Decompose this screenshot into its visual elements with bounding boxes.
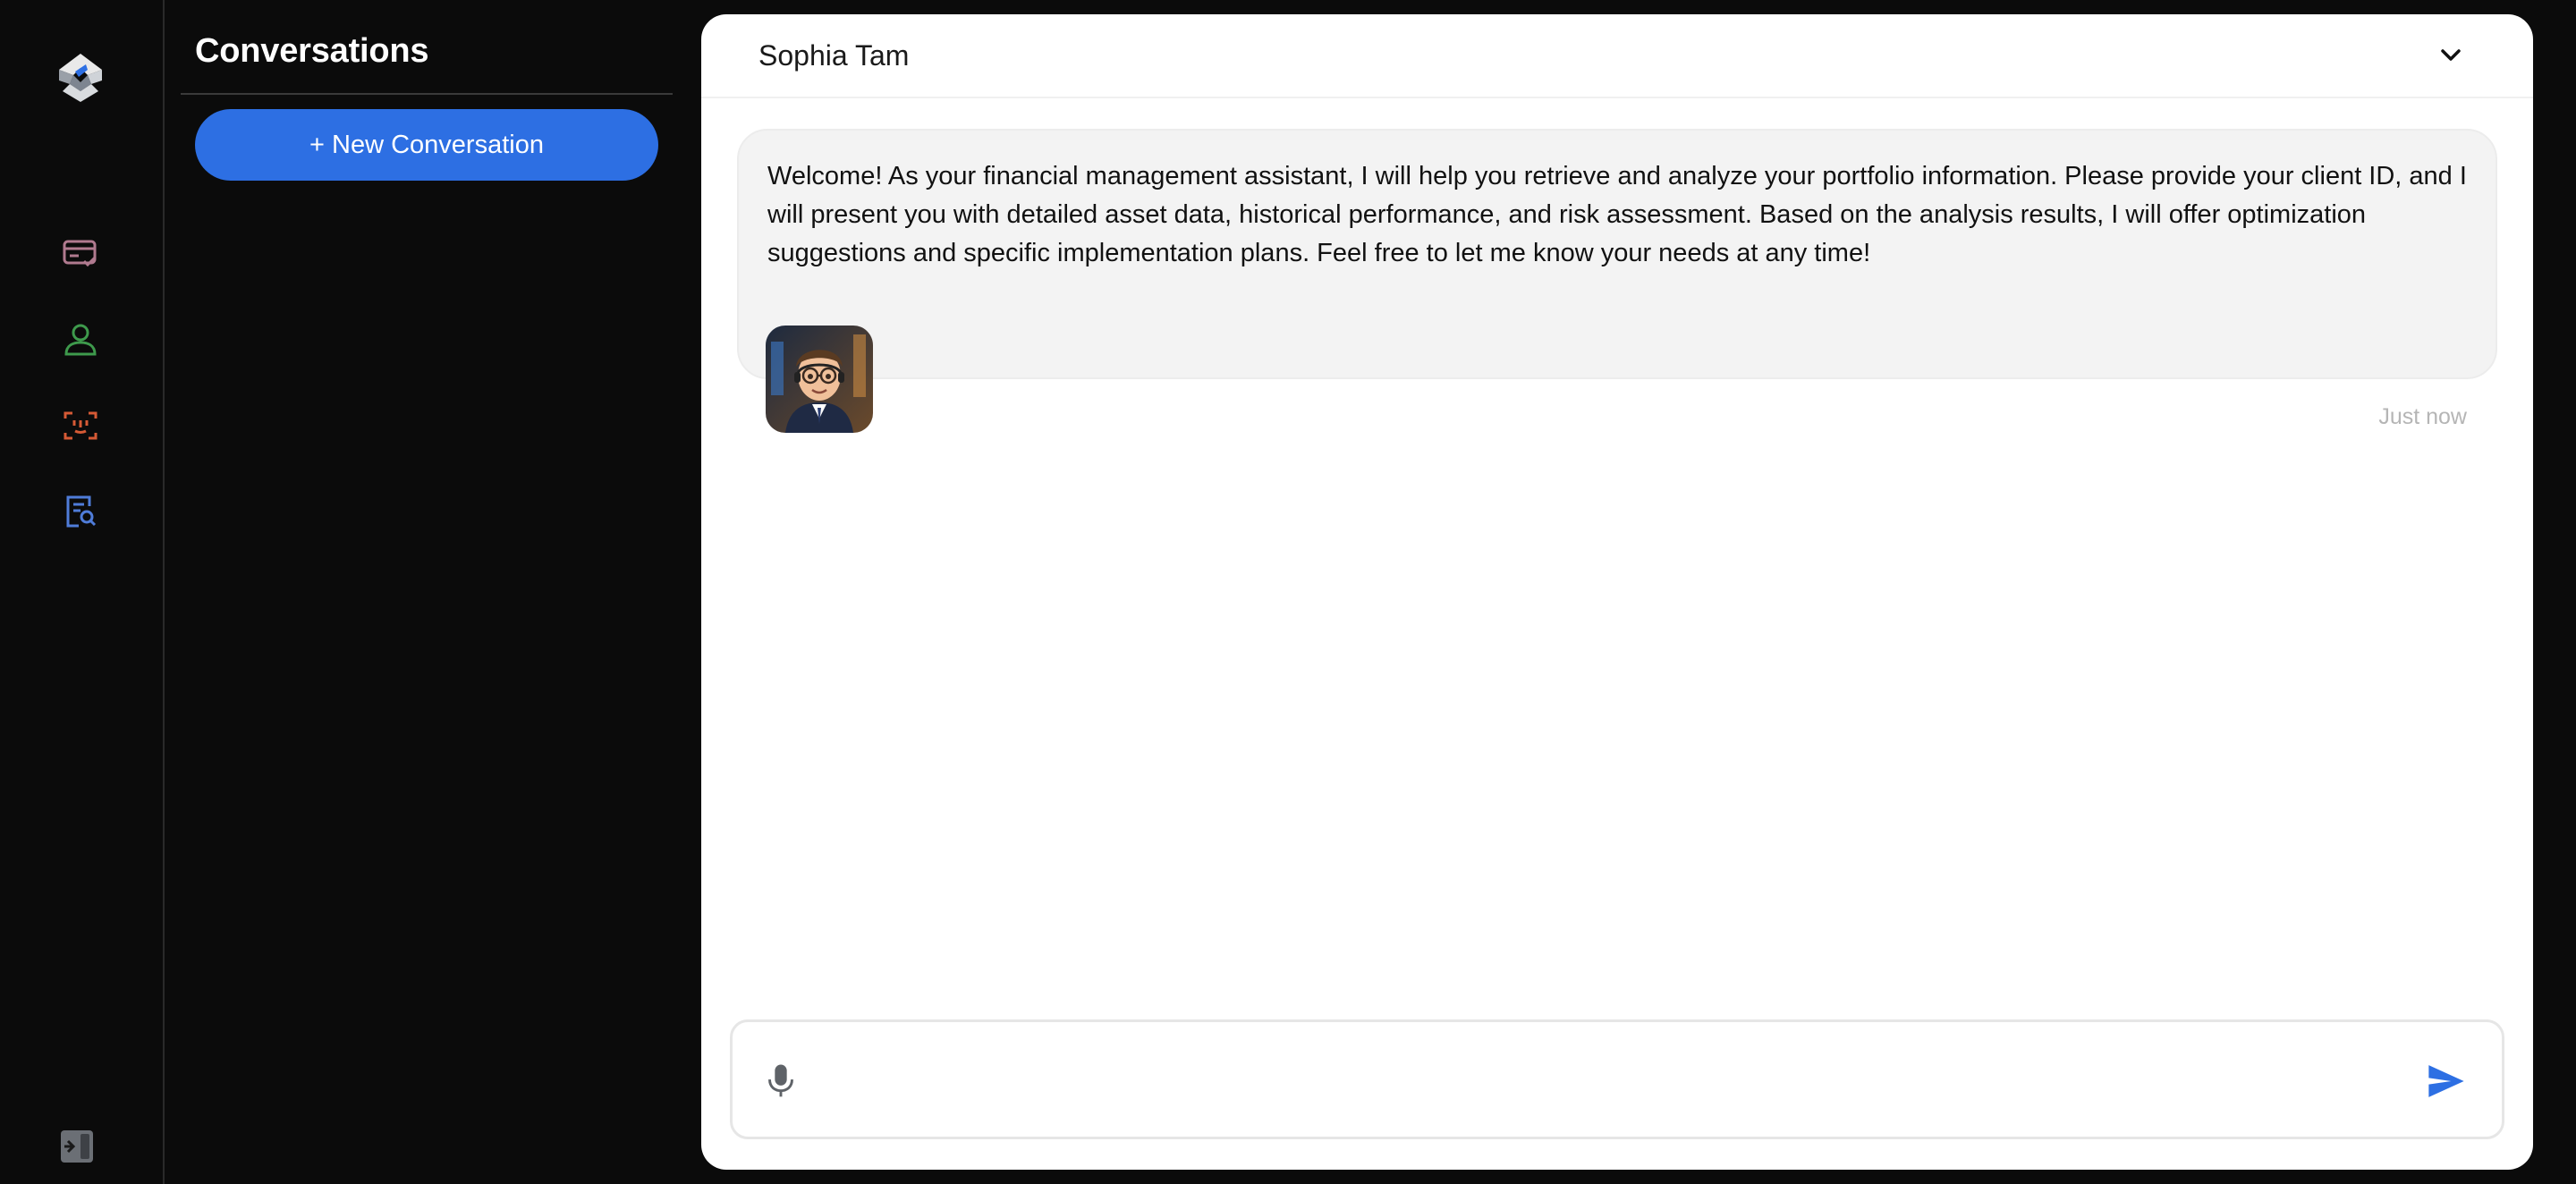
send-button[interactable] <box>2421 1056 2471 1106</box>
chat-header: Sophia Tam <box>701 14 2533 98</box>
nav-scan-button[interactable] <box>55 401 106 451</box>
chat-header-dropdown-button[interactable] <box>2433 38 2469 73</box>
message-timestamp: Just now <box>2378 404 2467 429</box>
nav-profile-button[interactable] <box>55 315 106 365</box>
divider <box>181 93 673 95</box>
conversations-panel: Conversations + New Conversation <box>165 0 687 1184</box>
chevron-down-icon <box>2441 49 2461 61</box>
microphone-icon <box>768 1064 793 1097</box>
chat-window: Sophia Tam Welcome! As your financial ma… <box>701 14 2533 1170</box>
send-icon <box>2428 1065 2464 1097</box>
voice-input-button[interactable] <box>759 1058 802 1103</box>
sidebar-collapse-button[interactable] <box>55 1125 98 1168</box>
conversations-title: Conversations <box>195 32 429 70</box>
message-composer <box>730 1019 2504 1139</box>
brand-logo-icon[interactable] <box>52 48 109 106</box>
user-profile-icon <box>64 324 97 356</box>
assistant-avatar <box>766 326 873 433</box>
message-input[interactable] <box>818 1049 2414 1113</box>
message-text: Welcome! As your financial management as… <box>767 162 2467 267</box>
new-conversation-button[interactable]: + New Conversation <box>195 109 658 181</box>
report-search-icon <box>66 495 97 528</box>
message-bubble: Welcome! As your financial management as… <box>737 129 2497 379</box>
scan-face-icon <box>64 411 97 440</box>
sidebar-toggle-icon <box>61 1130 93 1163</box>
app-window: Conversations + New Conversation Sophia … <box>0 0 2576 1184</box>
contact-name: Sophia Tam <box>758 39 910 72</box>
nav-report-button[interactable] <box>55 486 106 537</box>
nav-billing-button[interactable] <box>55 229 106 279</box>
billing-card-check-icon <box>63 240 97 267</box>
icon-rail <box>0 0 165 1184</box>
